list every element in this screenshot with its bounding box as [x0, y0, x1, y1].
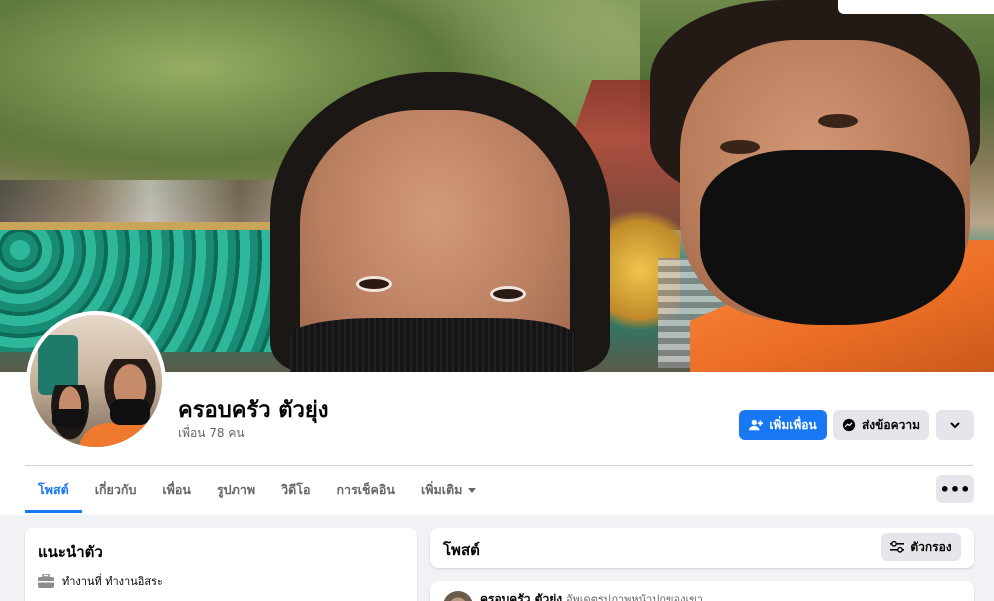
profile-tabs: โพสต์ เกี่ยวกับ เพื่อน รูปภาพ วิดีโอ การ… [25, 467, 489, 513]
tab-label: การเช็คอิน [336, 482, 395, 497]
message-label: ส่งข้อความ [861, 417, 920, 432]
tab-friends[interactable]: เพื่อน [149, 467, 204, 513]
posts-title: โพสต์ [443, 541, 480, 559]
avatar-mask-2 [110, 399, 150, 425]
cover-woman-eye-right [490, 286, 526, 302]
message-button[interactable]: ส่งข้อความ [833, 410, 929, 440]
tab-label: เพื่อน [162, 482, 191, 497]
cover-woman-eye-left [356, 276, 392, 292]
tab-checkins[interactable]: การเช็คอิน [323, 467, 407, 513]
cover-man-eye-left [720, 140, 760, 154]
chevron-down-icon [950, 422, 960, 429]
intro-title: แนะนำตัว [38, 543, 103, 561]
messenger-icon [842, 418, 856, 432]
cover-woman-mask [290, 318, 575, 372]
profile-options-button[interactable] [936, 410, 974, 440]
tab-label: โพสต์ [38, 482, 69, 497]
intro-card: แนะนำตัว ทำงานที่ ทำงานอิสระ [25, 528, 417, 601]
tab-label: วิดีโอ [281, 482, 311, 497]
tab-videos[interactable]: วิดีโอ [268, 467, 323, 513]
filter-icon [890, 541, 905, 553]
profile-name: ครอบครัว ตัวยุ่ง [178, 398, 329, 423]
tab-posts[interactable]: โพสต์ [25, 467, 82, 513]
avatar-mask-1 [52, 409, 86, 427]
post-author-name[interactable]: ครอบครัว ตัวยุ่ง [480, 592, 562, 601]
filter-button[interactable]: ตัวกรอง [881, 533, 961, 561]
tab-photos[interactable]: รูปภาพ [204, 467, 268, 513]
post-header-line: ครอบครัว ตัวยุ่ง อัพเดตรูปภาพหน้าปกของเข… [480, 590, 703, 601]
add-friend-label: เพิ่มเพื่อน [769, 417, 817, 432]
cover-man-eye-right [818, 114, 858, 128]
more-dots-icon: ••• [939, 479, 971, 499]
caret-down-icon [468, 487, 477, 493]
add-friend-icon [749, 419, 764, 431]
tab-label: เกี่ยวกับ [94, 482, 137, 497]
tab-label: เพิ่มเติม [420, 482, 463, 497]
post-author-avatar[interactable] [443, 591, 473, 601]
cover-corner-tab [838, 0, 994, 14]
more-dots-button[interactable]: ••• [936, 475, 974, 503]
post-action-text: อัพเดตรูปภาพหน้าปกของเขา [565, 593, 703, 601]
add-friend-button[interactable]: เพิ่มเพื่อน [739, 410, 827, 440]
tab-label: รูปภาพ [216, 482, 256, 497]
friends-count[interactable]: เพื่อน 78 คน [178, 424, 245, 443]
posts-header-card: โพสต์ ตัวกรอง [430, 528, 974, 568]
cover-man-mask [700, 150, 965, 325]
tab-about[interactable]: เกี่ยวกับ [82, 467, 150, 513]
profile-avatar[interactable] [26, 311, 166, 451]
briefcase-icon [38, 574, 54, 588]
tab-more[interactable]: เพิ่มเติม [408, 467, 489, 513]
intro-work-text: ทำงานที่ ทำงานอิสระ [62, 575, 163, 588]
post-card: ครอบครัว ตัวยุ่ง อัพเดตรูปภาพหน้าปกของเข… [430, 581, 974, 601]
header-divider [25, 465, 973, 466]
filter-label: ตัวกรอง [910, 539, 952, 554]
intro-work-row: ทำงานที่ ทำงานอิสระ [38, 572, 163, 590]
